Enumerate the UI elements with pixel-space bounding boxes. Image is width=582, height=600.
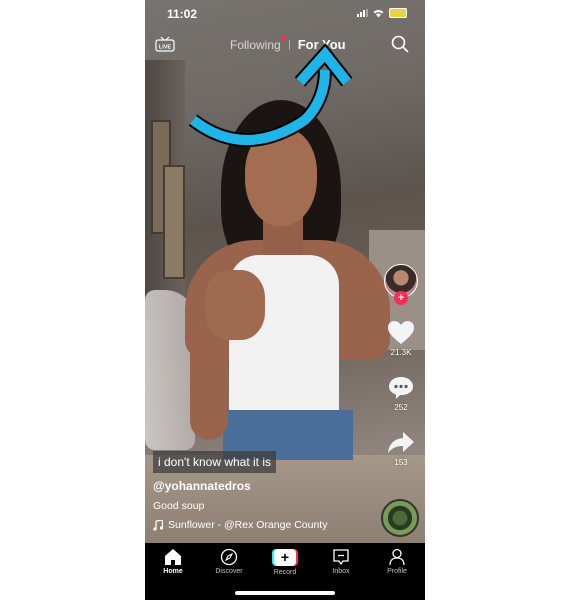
wifi-icon — [373, 9, 384, 17]
nav-record[interactable]: + Record — [260, 548, 310, 576]
person-arm — [190, 330, 228, 440]
svg-text:LIVE: LIVE — [159, 45, 172, 51]
action-sidebar: + 21.3K 252 153 — [381, 264, 421, 467]
home-icon — [165, 549, 181, 565]
nav-profile-label: Profile — [387, 568, 407, 575]
inbox-icon — [333, 549, 349, 566]
profile-icon — [389, 548, 405, 566]
like-count: 21.3K — [390, 348, 412, 357]
nav-record-label: Record — [273, 569, 297, 576]
nav-inbox-label: Inbox — [332, 568, 350, 575]
home-indicator[interactable] — [235, 591, 335, 595]
sound-info[interactable]: Sunflower - @Rex Orange County — [153, 519, 327, 531]
status-bar: 11:02 — [145, 0, 425, 28]
sound-disc[interactable] — [381, 499, 419, 537]
nav-discover[interactable]: Discover — [204, 548, 254, 576]
music-note-icon — [153, 519, 163, 531]
plus-icon: + — [272, 549, 298, 566]
search-icon[interactable] — [391, 35, 409, 53]
share-count: 153 — [394, 458, 408, 467]
nav-home-label: Home — [163, 568, 183, 575]
heart-icon — [388, 321, 414, 344]
background-frame — [163, 165, 185, 279]
phone-screen: 11:02 LIVE Following For You + 21.3K 252… — [145, 0, 425, 600]
nav-home[interactable]: Home — [148, 548, 198, 576]
video-description: Good soup — [153, 500, 205, 512]
creator-avatar[interactable]: + — [384, 264, 418, 305]
share-icon — [388, 432, 414, 453]
person-hand — [205, 270, 265, 340]
nav-inbox[interactable]: Inbox — [316, 548, 366, 576]
share-button[interactable]: 153 — [381, 430, 421, 467]
status-icons — [357, 8, 407, 18]
creator-username[interactable]: @yohannatedros — [153, 479, 251, 493]
battery-icon — [389, 8, 407, 18]
comment-icon — [389, 377, 413, 399]
comment-button[interactable]: 252 — [381, 375, 421, 412]
live-icon[interactable]: LIVE — [155, 36, 175, 52]
compass-icon — [220, 548, 238, 566]
video-caption-overlay: i don't know what it is — [153, 451, 277, 473]
bottom-nav: Home Discover + Record Inbox Profile — [145, 543, 425, 600]
nav-profile[interactable]: Profile — [372, 548, 422, 576]
like-button[interactable]: 21.3K — [381, 320, 421, 357]
sound-title: Sunflower - @Rex Orange County — [168, 519, 328, 531]
status-time: 11:02 — [167, 7, 198, 21]
signal-icon — [357, 9, 368, 17]
nav-discover-label: Discover — [215, 568, 243, 575]
comment-count: 252 — [394, 403, 408, 412]
follow-button[interactable]: + — [394, 291, 408, 305]
annotation-arrow-icon — [188, 43, 353, 147]
